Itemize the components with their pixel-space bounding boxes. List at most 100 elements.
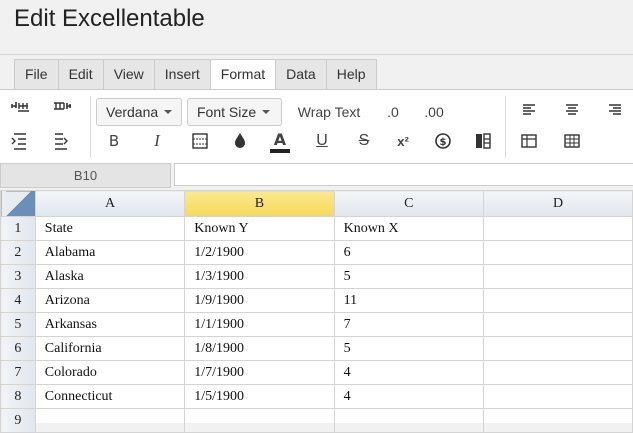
align-right-icon [609, 104, 621, 115]
grid-lines-button[interactable] [561, 130, 583, 152]
row-header[interactable]: 3 [0, 264, 36, 289]
cell-d5[interactable] [483, 312, 633, 337]
align-left-icon [523, 104, 535, 115]
cell-d3[interactable] [483, 264, 633, 289]
align-right-button[interactable] [604, 99, 626, 121]
column-header-b[interactable]: B [184, 190, 335, 217]
cell-a3[interactable]: Alaska [34, 264, 186, 289]
chevron-down-icon [262, 110, 271, 114]
font-size-dropdown[interactable]: Font Size [187, 98, 282, 126]
cell-d2[interactable] [483, 240, 633, 265]
strikethrough-button[interactable]: S [353, 130, 375, 152]
table-row: 6 California 1/8/1900 5 [0, 336, 633, 361]
merge-cells-icon [476, 133, 491, 149]
column-header-a[interactable]: A [34, 190, 186, 217]
cell-d9[interactable] [483, 408, 633, 433]
bold-button[interactable]: B [103, 130, 125, 152]
insert-row-above-button[interactable] [9, 99, 31, 121]
table-row: 3 Alaska 1/3/1900 5 [0, 264, 633, 289]
row-header[interactable]: 1 [0, 216, 36, 241]
cell-c3[interactable]: 5 [333, 264, 485, 289]
cell-c8[interactable]: 4 [333, 384, 485, 409]
menu-view[interactable]: View [104, 60, 155, 89]
delete-column-button[interactable] [51, 130, 73, 152]
delete-column-icon [55, 133, 68, 150]
cell-c9[interactable] [333, 408, 485, 433]
cell-d4[interactable] [483, 288, 633, 313]
insert-column-button[interactable] [51, 99, 73, 121]
cell-b3[interactable]: 1/3/1900 [184, 264, 335, 289]
row-header[interactable]: 2 [0, 240, 36, 265]
menu-help[interactable]: Help [327, 60, 376, 89]
title-bar: Edit Excellentable [0, 0, 633, 55]
formula-input[interactable] [174, 163, 633, 186]
row-header[interactable]: 8 [0, 384, 36, 409]
delete-row-icon [11, 133, 26, 150]
cell-b9[interactable] [184, 408, 335, 433]
wrap-text-button[interactable]: Wrap Text [292, 98, 366, 126]
formula-bar: B10 [0, 163, 633, 188]
align-center-button[interactable] [561, 99, 583, 121]
row-header[interactable]: 6 [0, 336, 36, 361]
superscript-button[interactable]: x² [392, 130, 414, 152]
table-row: 2 Alabama 1/2/1900 6 [0, 240, 633, 265]
delete-row-button[interactable] [9, 130, 31, 152]
cell-d8[interactable] [483, 384, 633, 409]
menu-file[interactable]: File [15, 60, 59, 89]
sheet-body: 1 State Known Y Known X 2 Alabama 1/2/1900 6 3 Al… [0, 216, 633, 433]
row-header[interactable]: 5 [0, 312, 36, 337]
menu-insert[interactable]: Insert [155, 60, 211, 89]
cell-b2[interactable]: 1/2/1900 [184, 240, 335, 265]
svg-text:$: $ [440, 137, 447, 148]
currency-format-button[interactable]: $ [432, 130, 454, 152]
cell-d7[interactable] [483, 360, 633, 385]
column-header-d[interactable]: D [483, 190, 633, 217]
cell-c7[interactable]: 4 [333, 360, 485, 385]
text-color-swatch [270, 149, 290, 153]
menu-bar: File Edit View Insert Format Data Help [14, 59, 377, 89]
align-left-button[interactable] [518, 99, 540, 121]
underline-button[interactable]: U [311, 130, 333, 152]
menu-data[interactable]: Data [276, 60, 327, 89]
toolbar-separator [505, 96, 506, 158]
cell-c5[interactable]: 7 [333, 312, 485, 337]
cell-b4[interactable]: 1/9/1900 [184, 288, 335, 313]
insert-table-button[interactable] [518, 130, 540, 152]
cell-c1[interactable]: Known X [333, 216, 485, 241]
cell-a1[interactable]: State [34, 216, 186, 241]
select-all-corner[interactable] [0, 190, 36, 217]
row-header[interactable]: 9 [0, 408, 36, 433]
cell-b6[interactable]: 1/8/1900 [184, 336, 335, 361]
menu-format[interactable]: Format [210, 60, 277, 89]
cell-a9[interactable] [34, 408, 186, 433]
font-family-dropdown[interactable]: Verdana [96, 98, 182, 126]
cell-d1[interactable] [483, 216, 633, 241]
row-header[interactable]: 4 [0, 288, 36, 313]
cell-b5[interactable]: 1/1/1900 [184, 312, 335, 337]
cell-c2[interactable]: 6 [333, 240, 485, 265]
cell-a7[interactable]: Colorado [34, 360, 186, 385]
cell-b8[interactable]: 1/5/1900 [184, 384, 335, 409]
borders-button[interactable] [189, 130, 211, 152]
cell-d6[interactable] [483, 336, 633, 361]
italic-button[interactable]: I [146, 130, 168, 152]
cell-a4[interactable]: Arizona [34, 288, 186, 313]
menu-edit[interactable]: Edit [59, 60, 104, 89]
cell-c6[interactable]: 5 [333, 336, 485, 361]
column-header-c[interactable]: C [333, 190, 485, 217]
increase-decimal-button[interactable]: .00 [418, 98, 450, 126]
cell-a5[interactable]: Arkansas [34, 312, 186, 337]
row-header[interactable]: 7 [0, 360, 36, 385]
cell-a2[interactable]: Alabama [34, 240, 186, 265]
text-color-button[interactable]: A [269, 129, 291, 155]
cell-c4[interactable]: 11 [333, 288, 485, 313]
merge-cells-button[interactable] [472, 130, 494, 152]
sheet-table: A B C D 1 State Known Y Known X 2 Alabama 1/2/… [0, 190, 633, 433]
cell-b1[interactable]: Known Y [184, 216, 335, 241]
decrease-decimal-button[interactable]: .0 [380, 98, 406, 126]
cell-a8[interactable]: Connecticut [34, 384, 186, 409]
cell-b7[interactable]: 1/7/1900 [184, 360, 335, 385]
cell-a6[interactable]: California [34, 336, 186, 361]
fill-color-button[interactable] [229, 130, 251, 152]
cell-reference-box[interactable]: B10 [0, 163, 171, 188]
